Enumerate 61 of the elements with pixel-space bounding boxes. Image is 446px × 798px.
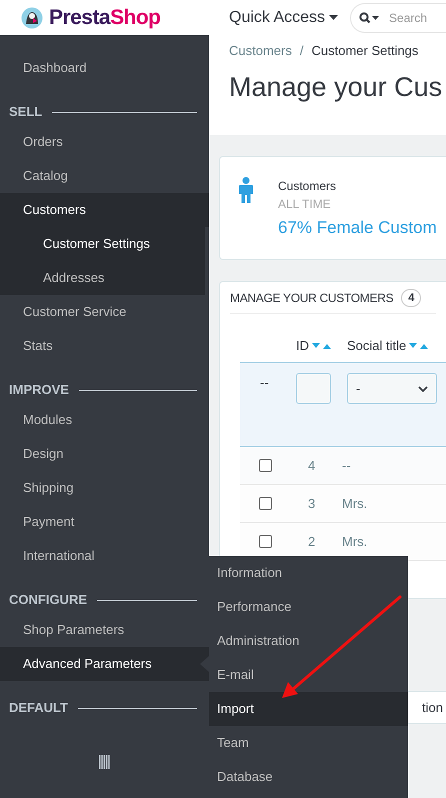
sidebar-item[interactable]: Modules [0,403,209,437]
table-cell-text: Mrs. [342,494,368,513]
logo-icon [21,6,43,28]
table-cell-text: -- [342,456,351,475]
table-cell-text: 3 [308,494,316,513]
sidebar-item[interactable]: Advanced Parameters [0,647,209,681]
sidebar-item[interactable]: Design [0,437,209,471]
menu-item[interactable]: Administration [209,624,408,658]
section-heading: CONFIGURE [9,591,87,610]
row-checkbox[interactable] [259,459,272,472]
sidebar-item[interactable]: Payment [0,505,209,539]
breadcrumb-link[interactable]: Customers [229,41,292,60]
logo[interactable]: PrestaShop [49,7,160,28]
column-header[interactable]: ID [296,336,309,356]
panel-title: MANAGE YOUR CUSTOMERS [230,290,394,306]
quick-access-menu[interactable]: Quick Access [229,6,338,30]
sidebar-item[interactable]: Dashboard [0,51,209,85]
chevron-down-icon [418,386,428,392]
sidebar-item[interactable]: Catalog [0,159,209,193]
sort-icon[interactable] [409,343,430,349]
id-filter-field[interactable] [296,373,331,404]
sidebar-item[interactable]: Customer Settings [0,227,205,261]
sort-icon[interactable] [312,343,332,349]
sidebar-item[interactable]: Shipping [0,471,209,505]
section-heading: DEFAULT [9,699,68,718]
menu-item[interactable]: E-mail [209,658,408,692]
kpi-period: ALL TIME [278,196,332,213]
bulk-filter: -- [260,374,270,392]
search-field[interactable]: Search [389,8,436,26]
collapse-icon[interactable] [99,755,110,769]
row-checkbox[interactable] [259,535,272,548]
social-title-select[interactable]: - [347,373,437,404]
sidebar-item[interactable]: Customer Service [0,295,209,329]
table-cell-text: 4 [308,456,316,475]
menu-item[interactable]: Team [209,726,408,760]
breadcrumb-link[interactable]: Customer Settings [311,41,418,60]
section-heading: SELL [9,103,42,122]
sidebar-item[interactable]: International [0,539,209,573]
count-badge: 4 [401,288,422,306]
kpi-title: Customers [278,178,338,195]
sidebar-item[interactable]: Customers [0,193,209,227]
sidebar-item[interactable]: Stats [0,329,209,363]
table-cell-text: Mrs. [342,532,368,551]
sidebar-item[interactable]: Addresses [0,261,205,295]
menu-item[interactable]: Information [209,556,408,590]
search-bar[interactable]: Search [350,2,446,32]
caret-icon [329,15,338,20]
section-heading: IMPROVE [9,381,69,400]
menu-item[interactable]: Database [209,760,408,794]
column-header[interactable]: Social title [347,336,406,356]
search-icon[interactable] [359,12,382,24]
sidebar-item[interactable]: Orders [0,125,209,159]
table-cell-text: 2 [308,532,316,551]
kpi-value: 67% Female Custom [278,217,437,239]
sidebar-item[interactable]: Shop Parameters [0,613,209,647]
row-checkbox[interactable] [259,497,272,510]
breadcrumb-separator: / [300,42,304,60]
menu-item[interactable]: Performance [209,590,408,624]
page-title: Manage your Cus [229,70,444,104]
menu-item[interactable]: Import [209,692,408,726]
person-icon [238,177,254,203]
